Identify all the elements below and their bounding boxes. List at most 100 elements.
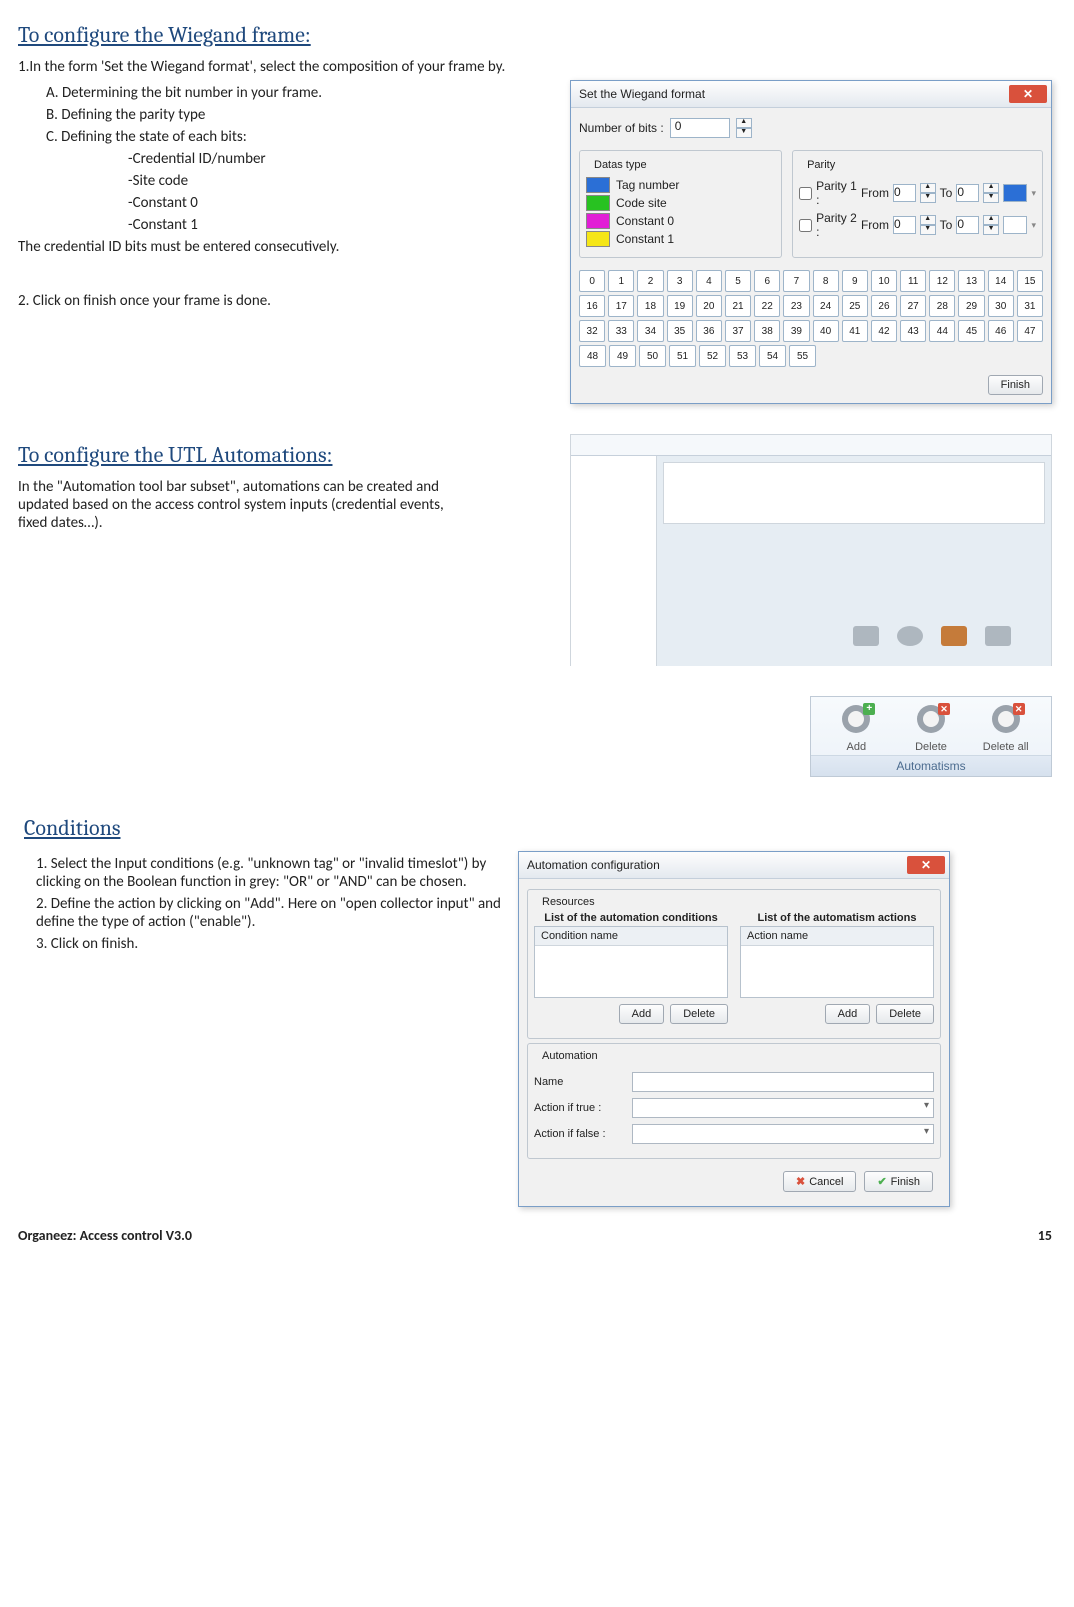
parity1-from[interactable]: 0 [893,184,916,202]
bit-cell[interactable]: 11 [900,270,926,292]
bit-cell[interactable]: 14 [988,270,1014,292]
bit-cell[interactable]: 12 [929,270,955,292]
bit-cell[interactable]: 15 [1017,270,1043,292]
heading-automations: To configure the UTL Automations: [18,442,558,468]
action-false-select[interactable] [632,1124,934,1144]
name-label: Name [534,1076,624,1088]
act-add-button[interactable]: Add [825,1004,871,1024]
bit-cell[interactable]: 49 [609,345,636,367]
bit-cell[interactable]: 17 [608,295,634,317]
parity2-from-spin[interactable]: ▲▼ [920,215,936,235]
bit-cell[interactable]: 31 [1017,295,1043,317]
close-icon[interactable]: ✕ [907,856,945,874]
parity1-to[interactable]: 0 [956,184,979,202]
bit-cell[interactable]: 38 [754,320,780,342]
action-true-select[interactable] [632,1098,934,1118]
bit-cell[interactable]: 44 [929,320,955,342]
bit-cell[interactable]: 22 [754,295,780,317]
bit-cell[interactable]: 53 [729,345,756,367]
data-type-row[interactable]: Constant 0 [586,213,775,229]
bit-cell[interactable]: 42 [871,320,897,342]
footer-left: Organeez: Access control V3.0 [18,1227,192,1244]
num-bits-spinner[interactable]: ▲▼ [736,118,752,138]
parity2-to-spin[interactable]: ▲▼ [983,215,999,235]
bit-cell[interactable]: 3 [667,270,693,292]
bit-cell[interactable]: 25 [842,295,868,317]
bit-cell[interactable]: 39 [783,320,809,342]
bit-cell[interactable]: 1 [608,270,634,292]
cond-delete-button[interactable]: Delete [670,1004,728,1024]
bit-cell[interactable]: 26 [871,295,897,317]
ribbon-add[interactable]: + Add [819,703,894,753]
act-delete-button[interactable]: Delete [876,1004,934,1024]
bit-cell[interactable]: 9 [842,270,868,292]
ribbon-delete-all[interactable]: ✕ Delete all [968,703,1043,753]
bit-cell[interactable]: 18 [637,295,663,317]
num-bits-input[interactable]: 0 [670,118,730,138]
bit-cell[interactable]: 6 [754,270,780,292]
parity2-checkbox[interactable] [799,219,812,232]
bit-cell[interactable]: 0 [579,270,605,292]
to-label-2: To [940,218,953,232]
parity2-color[interactable] [1003,216,1027,234]
color-swatch [586,231,610,247]
bit-cell[interactable]: 19 [667,295,693,317]
bit-cell[interactable]: 43 [900,320,926,342]
bit-cell[interactable]: 4 [696,270,722,292]
name-input[interactable] [632,1072,934,1092]
bit-cell[interactable]: 32 [579,320,605,342]
bit-cell[interactable]: 16 [579,295,605,317]
bit-cell[interactable]: 27 [900,295,926,317]
item-c3: -Constant 0 [128,194,558,212]
bit-cell[interactable]: 55 [789,345,816,367]
bit-cell[interactable]: 5 [725,270,751,292]
data-type-row[interactable]: Constant 1 [586,231,775,247]
bit-cell[interactable]: 33 [608,320,634,342]
bit-cell[interactable]: 34 [637,320,663,342]
bit-cell[interactable]: 51 [669,345,696,367]
bit-cell[interactable]: 2 [637,270,663,292]
chevron-down-icon[interactable]: ▾ [1031,188,1036,199]
parity1-color[interactable] [1003,184,1027,202]
close-icon[interactable]: ✕ [1009,85,1047,103]
bit-cell[interactable]: 36 [696,320,722,342]
bit-cell[interactable]: 29 [958,295,984,317]
bit-cell[interactable]: 46 [988,320,1014,342]
parity1-from-spin[interactable]: ▲▼ [920,183,936,203]
data-type-row[interactable]: Tag number [586,177,775,193]
bit-cell[interactable]: 54 [759,345,786,367]
bit-cell[interactable]: 52 [699,345,726,367]
bit-cell[interactable]: 37 [725,320,751,342]
chevron-down-icon[interactable]: ▾ [1031,220,1036,231]
bit-cell[interactable]: 21 [725,295,751,317]
parity2-to[interactable]: 0 [956,216,979,234]
parity2-from[interactable]: 0 [893,216,916,234]
ribbon-delete[interactable]: ✕ Delete [894,703,969,753]
parity1-to-spin[interactable]: ▲▼ [983,183,999,203]
cond-add-button[interactable]: Add [619,1004,665,1024]
bit-cell[interactable]: 45 [958,320,984,342]
finish-button[interactable]: ✔Finish [864,1171,933,1192]
bit-cell[interactable]: 30 [988,295,1014,317]
bit-cell[interactable]: 41 [842,320,868,342]
bit-cell[interactable]: 20 [696,295,722,317]
bit-cell[interactable]: 24 [813,295,839,317]
bit-cell[interactable]: 23 [783,295,809,317]
bit-cell[interactable]: 40 [813,320,839,342]
bit-cell[interactable]: 35 [667,320,693,342]
finish-button[interactable]: Finish [988,375,1043,395]
num-bits-label: Number of bits : [579,121,664,135]
actions-grid[interactable]: Action name [740,926,934,998]
bit-cell[interactable]: 28 [929,295,955,317]
bit-cell[interactable]: 8 [813,270,839,292]
cancel-button[interactable]: ✖Cancel [783,1171,856,1192]
bit-cell[interactable]: 10 [871,270,897,292]
bit-cell[interactable]: 7 [783,270,809,292]
parity1-checkbox[interactable] [799,187,812,200]
bit-cell[interactable]: 47 [1017,320,1043,342]
conditions-grid[interactable]: Condition name [534,926,728,998]
data-type-row[interactable]: Code site [586,195,775,211]
bit-cell[interactable]: 48 [579,345,606,367]
bit-cell[interactable]: 50 [639,345,666,367]
bit-cell[interactable]: 13 [958,270,984,292]
